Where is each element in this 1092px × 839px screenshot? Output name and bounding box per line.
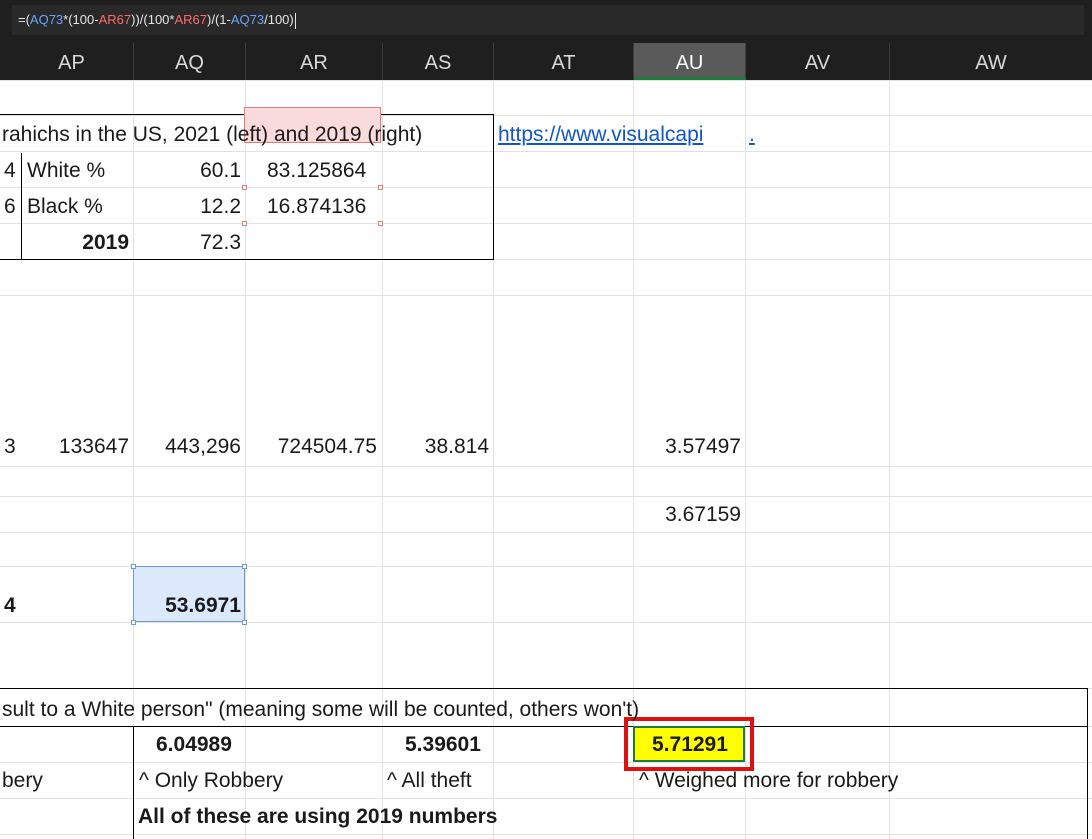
- column-header-ap[interactable]: AP: [10, 43, 134, 80]
- selection-handle[interactable]: [131, 564, 136, 569]
- theft-value: 5.39601: [405, 733, 481, 756]
- year-value: 72.3: [200, 231, 241, 254]
- gridline: [0, 115, 1092, 116]
- column-header-av[interactable]: AV: [746, 43, 890, 80]
- column-header-au[interactable]: AU: [634, 43, 746, 80]
- footer-note: All of these are using 2019 numbers: [138, 805, 498, 828]
- selected-cell-aq73: 53.6971: [165, 594, 241, 617]
- box-border-mid: [0, 726, 1088, 727]
- source-link-tail[interactable]: .: [749, 120, 755, 150]
- note-text: sult to a White person" (meaning some wi…: [2, 698, 640, 721]
- data-cell-ap: 133647: [58, 435, 129, 458]
- column-header-ar[interactable]: AR: [246, 43, 383, 80]
- black-percent-2021: 12.2: [200, 195, 241, 218]
- box-border-top: [0, 688, 1088, 689]
- gridline: [0, 223, 1092, 224]
- row-number-cell: 4: [4, 159, 16, 182]
- formula-ref-aq73: AQ73: [29, 12, 64, 27]
- formula-part: )/(1-: [207, 12, 231, 27]
- table-border-bottom: [0, 259, 494, 260]
- gridline: [0, 798, 1092, 799]
- formula-part: *(100-: [63, 12, 99, 27]
- only-robbery-label: ^ Only Robbery: [139, 769, 284, 792]
- table-title: rahichs in the US, 2021 (left) and 2019 …: [2, 123, 423, 146]
- data-cell-au: 3.57497: [665, 435, 741, 458]
- gridline: [0, 187, 1092, 188]
- gridline: [0, 622, 1092, 623]
- selection-handle[interactable]: [242, 564, 247, 569]
- weighed-robbery-label: ^ Weighed more for robbery: [639, 769, 899, 792]
- selection-handle[interactable]: [378, 221, 383, 226]
- data-cell: 3: [4, 435, 16, 458]
- weighted-value: 5.71291: [652, 733, 728, 756]
- formula-input[interactable]: =(AQ73*(100-AR67))/(100*AR67)/(1-AQ73/10…: [12, 5, 1084, 35]
- box-border-right: [1087, 688, 1088, 839]
- gridline: [0, 532, 1092, 533]
- selection-handle[interactable]: [378, 185, 383, 190]
- data-cell-as: 38.814: [424, 435, 489, 458]
- text-caret: [294, 12, 296, 29]
- black-percent-label: Black %: [27, 195, 103, 218]
- column-header-aw[interactable]: AW: [890, 43, 1092, 80]
- box-border-inner: [133, 726, 134, 839]
- year-label: 2019: [82, 231, 129, 254]
- gridline: [0, 496, 1092, 497]
- data-cell-ar: 724504.75: [277, 435, 377, 458]
- selection-handle[interactable]: [242, 620, 247, 625]
- white-percent-2019: 83.125864: [267, 159, 367, 182]
- column-headers: AP AQ AR AS AT AU AV AW: [0, 43, 1092, 80]
- black-percent-2019: 16.874136: [267, 195, 367, 218]
- data-cell: 4: [4, 594, 16, 617]
- label-cell: bery: [2, 769, 43, 792]
- white-percent-2021: 60.1: [200, 159, 241, 182]
- column-header-as[interactable]: AS: [383, 43, 494, 80]
- selection-handle[interactable]: [242, 185, 247, 190]
- selection-handle[interactable]: [242, 221, 247, 226]
- robbery-value: 6.04989: [156, 733, 232, 756]
- formula-bar: =(AQ73*(100-AR67))/(100*AR67)/(1-AQ73/10…: [0, 0, 1092, 43]
- source-link[interactable]: https://www.visualcapi: [498, 120, 703, 150]
- row-number-cell: 6: [4, 195, 16, 218]
- formula-ref-ar67: AR67: [174, 12, 208, 27]
- table-border-right: [493, 114, 494, 260]
- formula-part: ))/(100*: [131, 12, 175, 27]
- gridline: [0, 834, 1092, 835]
- all-theft-label: ^ All theft: [387, 769, 472, 792]
- formula-ref-ar67: AR67: [98, 12, 132, 27]
- gridline: [0, 466, 1092, 467]
- formula-suffix: /100): [264, 12, 294, 27]
- gridline: [0, 295, 1092, 296]
- column-header-at[interactable]: AT: [494, 43, 634, 80]
- column-header-aq[interactable]: AQ: [134, 43, 246, 80]
- formula-ref-aq73: AQ73: [230, 12, 265, 27]
- data-cell-aq: 443,296: [165, 435, 241, 458]
- data-cell-au: 3.67159: [665, 503, 741, 526]
- formula-prefix: =(: [18, 12, 30, 27]
- gridline: [0, 151, 1092, 152]
- white-percent-label: White %: [27, 159, 106, 182]
- gridline: [0, 762, 1092, 763]
- gridline: [0, 80, 1092, 81]
